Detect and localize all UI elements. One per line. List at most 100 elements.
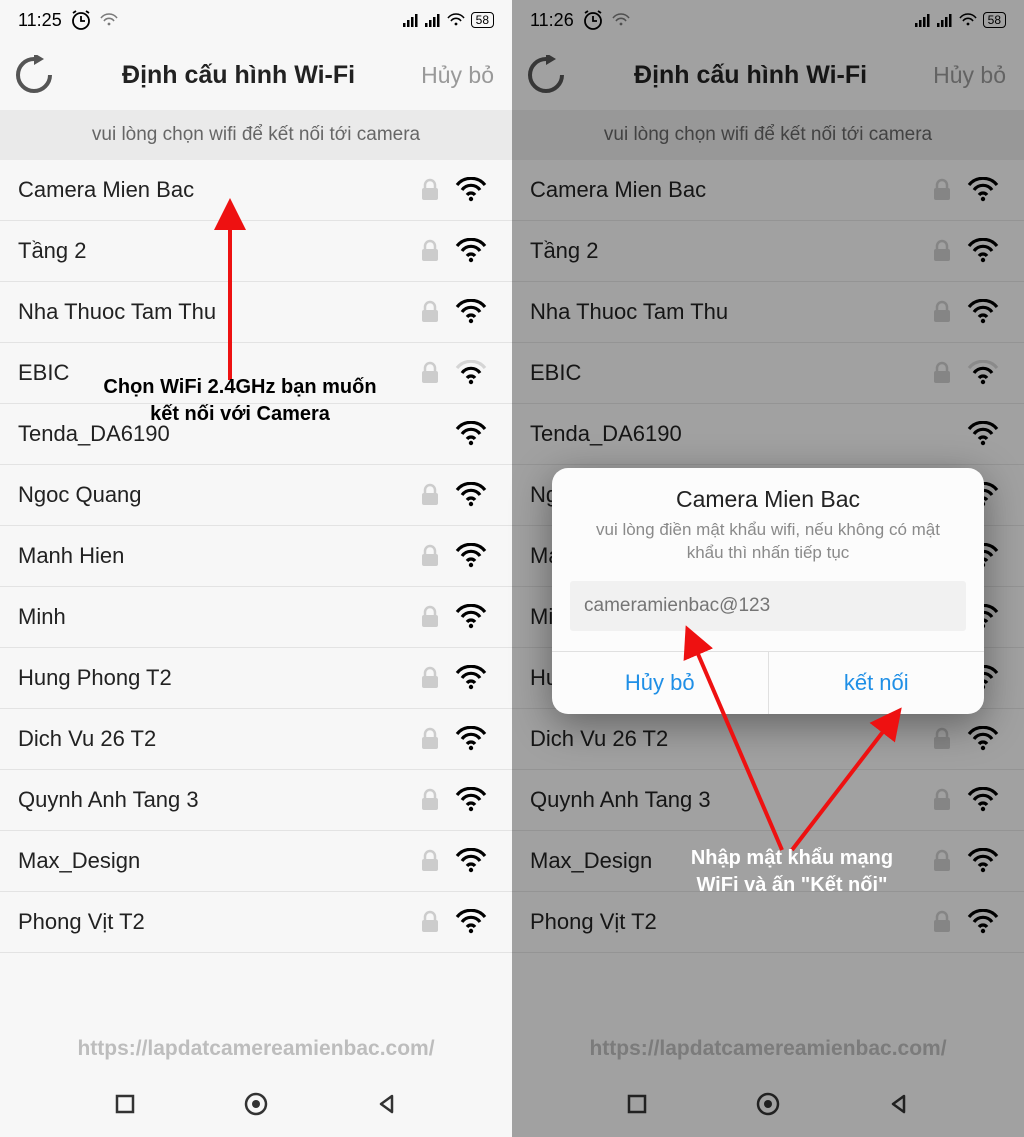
- wifi-signal-icon: [960, 726, 1006, 752]
- wifi-row[interactable]: Camera Mien Bac: [0, 160, 512, 221]
- lock-icon: [924, 788, 960, 812]
- wifi-signal-icon: [960, 360, 1006, 386]
- status-bar: 11:25 58: [0, 0, 512, 40]
- footer-url: https://lapdatcamereamienbac.com/: [512, 1007, 1024, 1071]
- wifi-signal-icon: [448, 604, 494, 630]
- wifi-row[interactable]: Manh Hien: [0, 526, 512, 587]
- title-bar: Định cấu hình Wi-Fi Hủy bỏ: [0, 40, 512, 110]
- wifi-signal-icon: [448, 177, 494, 203]
- signal-icon: [425, 14, 441, 27]
- wifi-status-icon: [612, 13, 630, 27]
- alarm-icon: [582, 9, 604, 31]
- wifi-row[interactable]: Max_Design: [0, 831, 512, 892]
- wifi-row[interactable]: EBIC: [512, 343, 1024, 404]
- wifi-ssid: Tenda_DA6190: [530, 421, 924, 447]
- wifi-row[interactable]: Dich Vu 26 T2: [0, 709, 512, 770]
- wifi-ssid: Max_Design: [530, 848, 924, 874]
- clock-time: 11:25: [18, 10, 62, 31]
- lock-icon: [412, 910, 448, 934]
- cancel-button[interactable]: Hủy bỏ: [933, 62, 1012, 89]
- wifi-ssid: Quynh Anh Tang 3: [18, 787, 412, 813]
- lock-icon: [412, 300, 448, 324]
- lock-icon: [412, 849, 448, 873]
- wifi-row[interactable]: EBIC: [0, 343, 512, 404]
- refresh-icon: [526, 55, 566, 95]
- refresh-button[interactable]: [12, 53, 56, 97]
- wifi-row[interactable]: Phong Vịt T2: [0, 892, 512, 953]
- wifi-row[interactable]: Nha Thuoc Tam Thu: [0, 282, 512, 343]
- wifi-row[interactable]: Tầng 2: [512, 221, 1024, 282]
- lock-icon: [924, 239, 960, 263]
- wifi-ssid: EBIC: [18, 360, 412, 386]
- wifi-ssid: Nha Thuoc Tam Thu: [530, 299, 924, 325]
- wifi-list: Camera Mien BacTầng 2 Nha Thuoc Tam Thu EB…: [0, 160, 512, 1007]
- password-dialog: Camera Mien Bac vui lòng điền mật khẩu w…: [552, 468, 984, 714]
- home-button[interactable]: [748, 1084, 788, 1124]
- wifi-row[interactable]: Ngoc Quang: [0, 465, 512, 526]
- wifi-signal-icon: [960, 848, 1006, 874]
- wifi-ssid: Quynh Anh Tang 3: [530, 787, 924, 813]
- wifi-row[interactable]: Phong Vịt T2: [512, 892, 1024, 953]
- wifi-signal-icon: [448, 787, 494, 813]
- lock-icon: [924, 300, 960, 324]
- wifi-row[interactable]: Max_Design: [512, 831, 1024, 892]
- wifi-row[interactable]: Tầng 2: [0, 221, 512, 282]
- dialog-cancel-button[interactable]: Hủy bỏ: [552, 652, 768, 714]
- back-button[interactable]: [367, 1084, 407, 1124]
- wifi-signal-icon: [448, 238, 494, 264]
- wifi-row[interactable]: Tenda_DA6190: [512, 404, 1024, 465]
- cancel-button[interactable]: Hủy bỏ: [421, 62, 500, 89]
- refresh-button[interactable]: [524, 53, 568, 97]
- wifi-signal-icon: [448, 421, 494, 447]
- wifi-signal-icon: [960, 299, 1006, 325]
- status-bar: 11:26 58: [512, 0, 1024, 40]
- lock-icon: [412, 727, 448, 751]
- home-button[interactable]: [236, 1084, 276, 1124]
- wifi-signal-icon: [960, 177, 1006, 203]
- footer-url: https://lapdatcamereamienbac.com/: [0, 1007, 512, 1071]
- wifi-row[interactable]: Dich Vu 26 T2: [512, 709, 1024, 770]
- password-input[interactable]: [570, 581, 966, 631]
- page-title: Định cấu hình Wi-Fi: [56, 61, 421, 90]
- lock-icon: [412, 605, 448, 629]
- lock-icon: [412, 361, 448, 385]
- lock-icon: [412, 666, 448, 690]
- wifi-signal-icon: [448, 665, 494, 691]
- wifi-ssid: Manh Hien: [18, 543, 412, 569]
- wifi-signal-icon: [448, 543, 494, 569]
- dialog-connect-button[interactable]: kết nối: [768, 652, 985, 714]
- clock-time: 11:26: [530, 10, 574, 31]
- wifi-status-icon: [959, 13, 977, 27]
- wifi-row[interactable]: Quynh Anh Tang 3: [0, 770, 512, 831]
- recent-apps-button[interactable]: [105, 1084, 145, 1124]
- back-button[interactable]: [879, 1084, 919, 1124]
- wifi-ssid: Phong Vịt T2: [18, 909, 412, 935]
- lock-icon: [412, 544, 448, 568]
- dialog-title: Camera Mien Bac: [552, 468, 984, 519]
- wifi-row[interactable]: Quynh Anh Tang 3: [512, 770, 1024, 831]
- instruction-banner: vui lòng chọn wifi để kết nối tới camera: [0, 110, 512, 160]
- wifi-ssid: Camera Mien Bac: [530, 177, 924, 203]
- signal-icon: [915, 14, 931, 27]
- wifi-status-icon: [447, 13, 465, 27]
- recent-apps-button[interactable]: [617, 1084, 657, 1124]
- wifi-row[interactable]: Camera Mien Bac: [512, 160, 1024, 221]
- wifi-row[interactable]: Hung Phong T2: [0, 648, 512, 709]
- page-title: Định cấu hình Wi-Fi: [568, 61, 933, 90]
- signal-icon: [403, 14, 419, 27]
- phone-screen-right: 11:26 58 Định cấu hình Wi-Fi Hủy bỏ vui …: [512, 0, 1024, 1137]
- wifi-signal-icon: [448, 299, 494, 325]
- wifi-row[interactable]: Minh: [0, 587, 512, 648]
- wifi-row[interactable]: Nha Thuoc Tam Thu: [512, 282, 1024, 343]
- wifi-row[interactable]: Tenda_DA6190: [0, 404, 512, 465]
- lock-icon: [412, 178, 448, 202]
- refresh-icon: [14, 55, 54, 95]
- signal-icon: [937, 14, 953, 27]
- wifi-ssid: Ngoc Quang: [18, 482, 412, 508]
- lock-icon: [412, 788, 448, 812]
- android-nav-bar: [0, 1071, 512, 1137]
- lock-icon: [924, 849, 960, 873]
- wifi-ssid: Nha Thuoc Tam Thu: [18, 299, 412, 325]
- lock-icon: [924, 178, 960, 202]
- wifi-ssid: Tầng 2: [530, 238, 924, 264]
